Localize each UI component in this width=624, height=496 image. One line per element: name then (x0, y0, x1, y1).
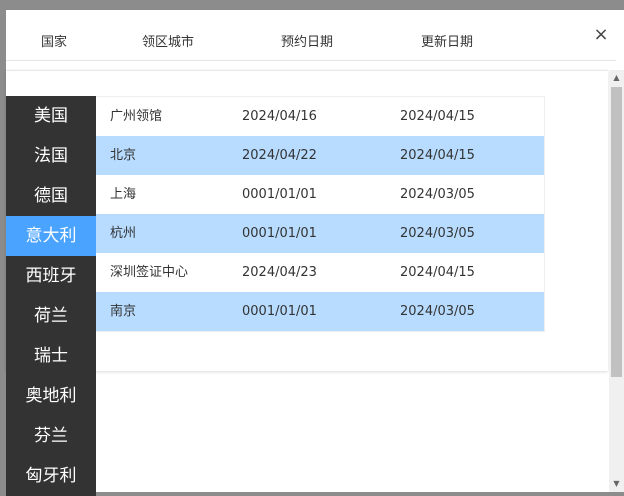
appointment-date-cell: 0001/01/01 (242, 226, 317, 241)
updated-date-cell: 2024/03/05 (400, 187, 475, 202)
appointment-date-cell: 2024/04/16 (242, 109, 317, 124)
close-button[interactable]: × (592, 26, 610, 44)
triangle-down-icon[interactable]: ▼ (609, 476, 624, 492)
country-item[interactable]: 奥地利 (6, 376, 96, 416)
close-icon: × (593, 24, 609, 45)
city-cell: 南京 (110, 304, 137, 319)
dialog: 国家 领区城市 预约日期 更新日期 × 广州领馆 2024/04/16 2024/0… (6, 10, 624, 496)
country-item[interactable]: 荷兰 (6, 296, 96, 336)
table-row[interactable]: 北京 2024/04/22 2024/04/15 (96, 136, 544, 175)
updated-date-cell: 2024/04/15 (400, 148, 475, 163)
city-cell: 深圳签证中心 (110, 265, 189, 280)
updated-date-cell: 2024/04/15 (400, 109, 475, 124)
scrollbar[interactable]: ▲ ▼ (609, 70, 624, 492)
country-item[interactable]: 芬兰 (6, 416, 96, 456)
city-cell: 杭州 (110, 226, 137, 241)
city-cell: 北京 (110, 148, 137, 163)
header-country: 国家 (41, 35, 68, 50)
updated-date-cell: 2024/03/05 (400, 304, 475, 319)
country-item[interactable]: 西班牙 (6, 256, 96, 296)
table-header: 国家 领区城市 预约日期 更新日期 × (6, 10, 616, 61)
updated-date-cell: 2024/03/05 (400, 226, 475, 241)
country-item[interactable]: 匈牙利 (6, 456, 96, 496)
table-row[interactable]: 广州领馆 2024/04/16 2024/04/15 (96, 97, 544, 136)
city-cell: 广州领馆 (110, 109, 163, 124)
country-sidebar: 美国 法国 德国 意大利 西班牙 荷兰 瑞士 奥地利 芬兰 匈牙利 (6, 96, 96, 496)
appointment-date-cell: 2024/04/23 (242, 265, 317, 280)
updated-date-cell: 2024/04/15 (400, 265, 475, 280)
table-row[interactable]: 南京 0001/01/01 2024/03/05 (96, 292, 544, 331)
country-item[interactable]: 瑞士 (6, 336, 96, 376)
triangle-up-icon[interactable]: ▲ (609, 70, 624, 86)
country-item[interactable]: 美国 (6, 96, 96, 136)
country-item[interactable]: 意大利 (6, 216, 96, 256)
appointment-date-cell: 2024/04/22 (242, 148, 317, 163)
scroll-thumb[interactable] (611, 87, 622, 377)
country-item[interactable]: 法国 (6, 136, 96, 176)
header-appointment-date: 预约日期 (281, 35, 334, 50)
table-row[interactable]: 上海 0001/01/01 2024/03/05 (96, 175, 544, 214)
city-cell: 上海 (110, 187, 137, 202)
table-row[interactable]: 杭州 0001/01/01 2024/03/05 (96, 214, 544, 253)
header-city: 领区城市 (142, 35, 195, 50)
country-item[interactable]: 德国 (6, 176, 96, 216)
appointment-date-cell: 0001/01/01 (242, 187, 317, 202)
table-row[interactable]: 深圳签证中心 2024/04/23 2024/04/15 (96, 253, 544, 292)
header-updated-date: 更新日期 (421, 35, 474, 50)
appointment-date-cell: 0001/01/01 (242, 304, 317, 319)
results-table: 广州领馆 2024/04/16 2024/04/15 北京 2024/04/22 2024… (96, 96, 545, 332)
